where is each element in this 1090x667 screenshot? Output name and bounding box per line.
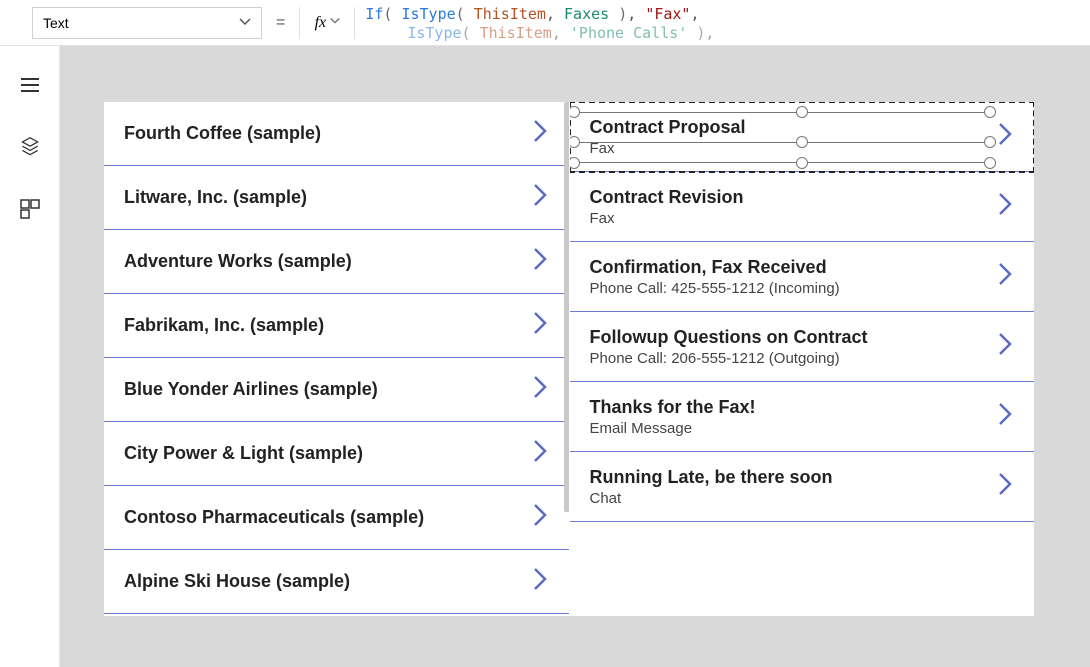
item-subtitle: Fax xyxy=(590,210,744,227)
item-title: Thanks for the Fax! xyxy=(590,397,756,418)
item-title: Running Late, be there soon xyxy=(590,467,833,488)
item-subtitle: Phone Call: 425-555-1212 (Incoming) xyxy=(590,280,840,297)
chevron-right-icon[interactable] xyxy=(531,501,549,534)
list-item[interactable]: Fabrikam, Inc. (sample) xyxy=(104,294,569,358)
chevron-right-icon[interactable] xyxy=(996,260,1014,293)
chevron-right-icon[interactable] xyxy=(531,245,549,278)
formula-line-1: If( IsType( ThisItem, Faxes ), "Fax", xyxy=(365,5,1058,25)
chevron-right-icon[interactable] xyxy=(531,181,549,214)
fx-button[interactable]: fx xyxy=(299,7,355,39)
item-title: Confirmation, Fax Received xyxy=(590,257,840,278)
activities-gallery[interactable]: Contract Proposal Fax Contract Revision … xyxy=(570,102,1035,616)
chevron-right-icon[interactable] xyxy=(531,117,549,150)
list-item[interactable]: City Power & Light (sample) xyxy=(104,422,569,486)
accounts-gallery[interactable]: Fourth Coffee (sample) Litware, Inc. (sa… xyxy=(104,102,570,616)
item-title: Blue Yonder Airlines (sample) xyxy=(124,379,378,400)
resize-handle[interactable] xyxy=(796,106,808,118)
hamburger-icon[interactable] xyxy=(19,74,41,96)
chevron-right-icon[interactable] xyxy=(531,565,549,598)
chevron-right-icon[interactable] xyxy=(531,309,549,342)
item-subtitle: Phone Call: 206-555-1212 (Outgoing) xyxy=(590,350,868,367)
chevron-right-icon[interactable] xyxy=(531,437,549,470)
item-title: City Power & Light (sample) xyxy=(124,443,363,464)
formula-bar: Text = fx If( IsType( ThisItem, Faxes ),… xyxy=(0,0,1090,46)
list-item[interactable]: Alpine Ski House (sample) xyxy=(104,550,569,614)
item-title: Fourth Coffee (sample) xyxy=(124,123,321,144)
item-title: Followup Questions on Contract xyxy=(590,327,868,348)
resize-handle[interactable] xyxy=(570,136,580,148)
chevron-right-icon[interactable] xyxy=(996,330,1014,363)
fx-label: fx xyxy=(315,14,327,32)
item-title: Alpine Ski House (sample) xyxy=(124,571,350,592)
chevron-down-icon xyxy=(330,16,340,29)
list-item[interactable]: Thanks for the Fax! Email Message xyxy=(570,382,1035,452)
list-item[interactable]: Litware, Inc. (sample) xyxy=(104,166,569,230)
chevron-down-icon xyxy=(239,15,251,31)
item-title: Fabrikam, Inc. (sample) xyxy=(124,315,324,336)
item-title: Contract Proposal xyxy=(590,117,746,138)
resize-handle[interactable] xyxy=(984,136,996,148)
chevron-right-icon[interactable] xyxy=(996,400,1014,433)
formula-line-2: IsType( ThisItem, 'Phone Calls' ), xyxy=(365,24,1058,44)
equals-sign: = xyxy=(272,14,289,32)
item-subtitle: Email Message xyxy=(590,420,756,437)
list-item[interactable]: Running Late, be there soon Chat xyxy=(570,452,1035,522)
formula-input[interactable]: If( IsType( ThisItem, Faxes ), "Fax", Is… xyxy=(365,2,1058,44)
list-item[interactable]: Followup Questions on Contract Phone Cal… xyxy=(570,312,1035,382)
list-item[interactable]: Confirmation, Fax Received Phone Call: 4… xyxy=(570,242,1035,312)
item-title: Adventure Works (sample) xyxy=(124,251,352,272)
item-subtitle: Chat xyxy=(590,490,833,507)
item-title: Contoso Pharmaceuticals (sample) xyxy=(124,507,424,528)
resize-handle[interactable] xyxy=(570,157,580,169)
list-item[interactable]: Fourth Coffee (sample) xyxy=(104,102,569,166)
list-item[interactable]: Adventure Works (sample) xyxy=(104,230,569,294)
list-item-selected[interactable]: Contract Proposal Fax xyxy=(570,102,1035,172)
chevron-right-icon[interactable] xyxy=(996,470,1014,503)
item-title: Litware, Inc. (sample) xyxy=(124,187,307,208)
property-select[interactable]: Text xyxy=(32,7,262,39)
layers-icon[interactable] xyxy=(19,136,41,158)
resize-handle[interactable] xyxy=(796,157,808,169)
resize-handle[interactable] xyxy=(570,106,580,118)
resize-handle[interactable] xyxy=(984,106,996,118)
app-surface: Fourth Coffee (sample) Litware, Inc. (sa… xyxy=(104,102,1034,616)
list-item[interactable]: Contoso Pharmaceuticals (sample) xyxy=(104,486,569,550)
chevron-right-icon[interactable] xyxy=(996,190,1014,223)
list-item[interactable]: Blue Yonder Airlines (sample) xyxy=(104,358,569,422)
list-item[interactable]: Contract Revision Fax xyxy=(570,172,1035,242)
resize-handle[interactable] xyxy=(796,136,808,148)
chevron-right-icon[interactable] xyxy=(996,120,1014,153)
item-title: Contract Revision xyxy=(590,187,744,208)
property-select-value: Text xyxy=(43,15,69,31)
resize-handle[interactable] xyxy=(984,157,996,169)
left-rail xyxy=(0,46,60,667)
canvas[interactable]: Fourth Coffee (sample) Litware, Inc. (sa… xyxy=(60,46,1090,667)
chevron-right-icon[interactable] xyxy=(531,373,549,406)
components-icon[interactable] xyxy=(19,198,41,220)
